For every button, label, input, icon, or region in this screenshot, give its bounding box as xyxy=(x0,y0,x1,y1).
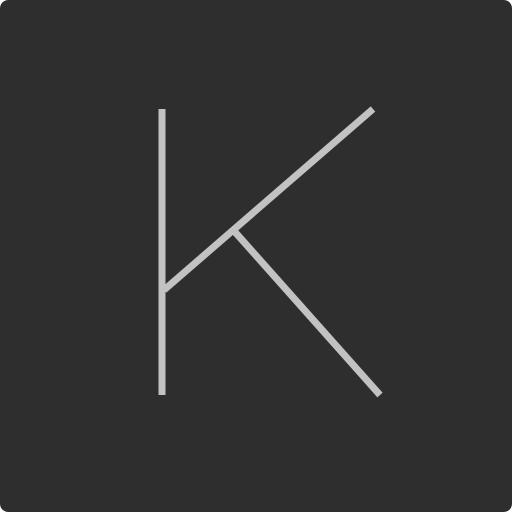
app-icon-tile xyxy=(0,0,512,512)
k-logo-icon xyxy=(0,0,512,512)
